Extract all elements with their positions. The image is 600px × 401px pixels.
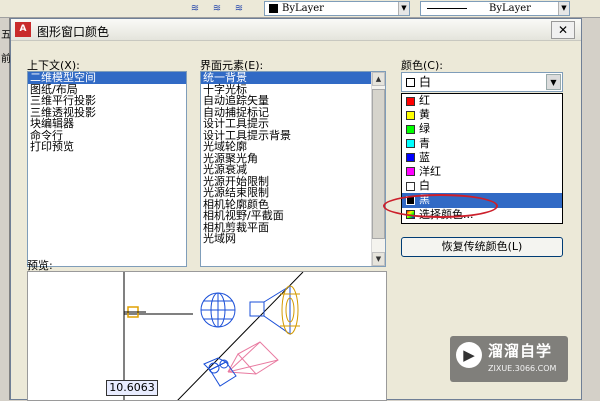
color-option[interactable]: 白 [402, 179, 562, 193]
autocad-toolbar: ≋ ≋ ≋ ByLayer ▼ ByLayer ▼ [0, 0, 600, 18]
interface-element-list-item[interactable]: 相机视野/平截面 [201, 210, 385, 222]
color-swatch-icon [406, 181, 415, 191]
layer-state-icon[interactable]: ≋ [232, 2, 246, 15]
red-circle-annotation [383, 194, 498, 218]
scroll-up-icon[interactable]: ▲ [372, 72, 385, 86]
preview-diagonal-line [177, 272, 304, 400]
linetype-control-combo[interactable]: ByLayer ▼ [420, 1, 570, 16]
interface-element-list-item[interactable]: 自动追踪矢量 [201, 95, 385, 107]
interface-element-list-item[interactable]: 光域网 [201, 233, 385, 245]
color-combo-text: 白 [419, 75, 432, 89]
color-swatch-icon [406, 139, 415, 149]
watermark-badge: ▶ 溜溜自学 ZIXUE.3066.COM [450, 336, 568, 382]
color-option[interactable]: 红 [402, 94, 562, 108]
color-option-label: 绿 [419, 122, 430, 136]
color-option[interactable]: 青 [402, 137, 562, 151]
dialog-titlebar[interactable]: A 图形窗口颜色 ✕ [11, 19, 581, 41]
linetype-control-value: ByLayer [489, 3, 531, 14]
color-option[interactable]: 绿 [402, 122, 562, 136]
color-option[interactable]: 洋红 [402, 165, 562, 179]
context-list-item[interactable]: 二维模型空间 [28, 72, 186, 84]
watermark-brand: 溜溜自学 [488, 342, 553, 360]
layer-icon[interactable]: ≋ [188, 2, 202, 15]
color-option[interactable]: 蓝 [402, 151, 562, 165]
color-option-label: 蓝 [419, 150, 430, 164]
black-swatch-icon [269, 4, 278, 13]
camera-frustum-icon [227, 341, 279, 375]
play-logo-icon: ▶ [456, 342, 482, 368]
watermark-url: ZIXUE.3066.COM [488, 364, 557, 373]
element-list: 统一背景 十字光标 自动追踪矢量 自动捕捉标记 设计工具提示 设计工具提示背景 光域轮廓 光源… [201, 72, 385, 245]
color-combo-value: 白 [406, 74, 431, 90]
color-option-label: 洋红 [419, 164, 441, 178]
color-label: 颜色(C): [401, 59, 443, 72]
preview-pane: 10.6063 [27, 271, 387, 401]
scroll-down-icon[interactable]: ▼ [372, 252, 385, 266]
interface-element-list-item[interactable]: 光源衰减 [201, 164, 385, 176]
scroll-thumb[interactable] [372, 89, 385, 239]
color-swatch-icon [406, 124, 415, 134]
layer-previous-icon[interactable]: ≋ [210, 2, 224, 15]
element-scrollbar[interactable]: ▲ ▼ [371, 72, 385, 266]
white-swatch-icon [406, 78, 415, 87]
color-control-combo[interactable]: ByLayer ▼ [264, 1, 410, 16]
interface-element-list-item[interactable]: 统一背景 [201, 72, 385, 84]
color-option-label: 黄 [419, 108, 430, 122]
chevron-down-icon[interactable]: ▼ [546, 74, 561, 90]
color-swatch-icon [406, 96, 415, 106]
color-option-label: 青 [419, 136, 430, 150]
color-combo[interactable]: 白 ▼ [401, 72, 563, 92]
interface-element-listbox[interactable]: 统一背景 十字光标 自动追踪矢量 自动捕捉标记 设计工具提示 设计工具提示背景 光域轮廓 光源… [200, 71, 386, 267]
context-list-item[interactable]: 三维平行投影 [28, 95, 186, 107]
chevron-down-icon[interactable]: ▼ [398, 2, 409, 15]
preview-drawing [123, 272, 304, 400]
color-swatch-icon [406, 153, 415, 163]
interface-element-list-item[interactable]: 设计工具提示 [201, 118, 385, 130]
web-light-globe-icon [200, 292, 236, 328]
app-left-edge: 五 前 [0, 18, 11, 400]
color-option-label: 白 [419, 179, 430, 193]
color-option[interactable]: 黄 [402, 108, 562, 122]
color-option-label: 红 [419, 94, 430, 107]
color-control-value: ByLayer [282, 3, 324, 14]
context-list-item[interactable]: 块编辑器 [28, 118, 186, 130]
context-list-item[interactable]: 打印预览 [28, 141, 186, 153]
close-icon[interactable]: ✕ [551, 21, 575, 39]
color-swatch-icon [406, 110, 415, 120]
interface-element-list-item[interactable]: 光域轮廓 [201, 141, 385, 153]
line-sample [427, 8, 467, 9]
dialog-title: 图形窗口颜色 [37, 25, 110, 39]
context-list: 二维模型空间 图纸/布局 三维平行投影 三维透视投影 块编辑器 命令行 打印预览 [28, 72, 186, 153]
autocad-app-icon: A [15, 22, 31, 37]
context-listbox[interactable]: 二维模型空间 图纸/布局 三维平行投影 三维透视投影 块编辑器 命令行 打印预览 [27, 71, 187, 267]
dynamic-input-tooltip: 10.6063 [106, 380, 158, 396]
chevron-down-icon[interactable]: ▼ [558, 2, 569, 15]
interface-element-list-item[interactable]: 光源结束限制 [201, 187, 385, 199]
spotlight-icon [249, 285, 300, 335]
restore-classic-colors-button[interactable]: 恢复传统颜色(L) [401, 237, 563, 257]
color-swatch-icon [406, 167, 415, 177]
